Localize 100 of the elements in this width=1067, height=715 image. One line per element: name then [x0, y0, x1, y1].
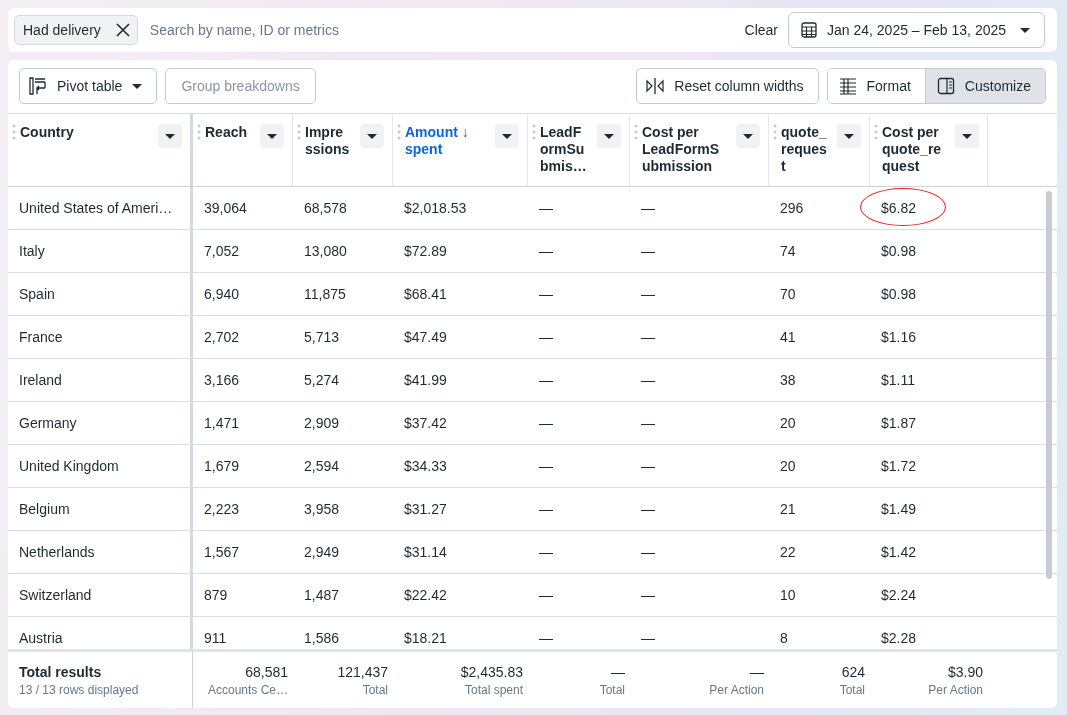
table-cell: $34.33: [404, 458, 447, 474]
total-label: Total: [839, 682, 865, 697]
table-cell: —: [539, 286, 553, 302]
table-cell: $2.28: [881, 630, 917, 646]
table-cell: 39,064: [204, 200, 247, 216]
table-cell: 74: [780, 243, 796, 259]
table-cell: 20: [780, 458, 796, 474]
drag-handle-icon: [874, 124, 878, 140]
totals-title: Total results: [19, 663, 102, 680]
table-cell: 8: [780, 630, 788, 646]
column-menu-button[interactable]: [736, 124, 760, 148]
column-menu-button[interactable]: [158, 124, 182, 148]
scrollbar-thumb[interactable]: [1046, 191, 1052, 579]
table-cell: —: [539, 200, 553, 216]
total-value: 624: [841, 663, 865, 680]
country-name: Ireland: [19, 372, 62, 388]
table-cell: $1.11: [881, 372, 915, 388]
country-name: United States of Ameri…: [19, 200, 173, 216]
country-name: Spain: [19, 286, 55, 302]
table-cell: —: [539, 372, 553, 388]
caret-icon: [267, 133, 277, 139]
resize-columns-icon: [646, 77, 665, 95]
column-menu-button[interactable]: [360, 124, 384, 148]
country-name: Austria: [19, 630, 63, 646]
table-cell: 911: [204, 630, 227, 646]
table-cell: $31.14: [404, 544, 447, 560]
total-value: $2,435.83: [460, 663, 523, 680]
table-cell: $68.41: [404, 286, 447, 302]
column-menu-button[interactable]: [837, 124, 861, 148]
table-cell: $1.87: [881, 415, 917, 431]
column-menu-button[interactable]: [495, 124, 519, 148]
caret-icon: [604, 133, 614, 139]
column-header[interactable]: LeadFormSubmis…: [540, 124, 593, 175]
total-label: Total: [362, 682, 388, 697]
drag-handle-icon: [397, 124, 401, 140]
table-cell: 5,274: [304, 372, 340, 388]
drag-handle-icon: [12, 124, 16, 140]
total-label: Per Action: [709, 682, 764, 697]
table-cell: 296: [780, 200, 804, 216]
table-cell: 38: [780, 372, 796, 388]
total-label: Total spent: [464, 682, 523, 697]
close-icon[interactable]: [114, 22, 131, 38]
filter-chip[interactable]: Had delivery: [14, 15, 138, 45]
format-list-icon: [838, 77, 857, 95]
column-header[interactable]: Cost per LeadFormSubmission: [642, 124, 732, 175]
table-cell: 2,949: [304, 544, 340, 560]
column-menu-button[interactable]: [597, 124, 621, 148]
column-header[interactable]: quote_request: [781, 124, 833, 175]
table-cell: —: [539, 415, 553, 431]
table-cell: —: [539, 501, 553, 517]
table-cell: 11,875: [304, 286, 346, 302]
table-cell: —: [641, 329, 655, 345]
table-cell: —: [539, 587, 553, 603]
column-menu-button[interactable]: [260, 124, 284, 148]
table-cell: 2,223: [204, 501, 240, 517]
column-header[interactable]: Cost per quote_request: [882, 124, 951, 175]
table-cell: —: [539, 458, 553, 474]
caret-icon: [1020, 27, 1030, 33]
chip-label: Had delivery: [23, 22, 101, 38]
table-cell: —: [641, 200, 655, 216]
column-header[interactable]: Country: [20, 124, 154, 141]
table-cell: 41: [780, 329, 796, 345]
table-cell: 68,578: [304, 200, 347, 216]
total-label: Per Action: [928, 682, 983, 697]
table-cell: $2.24: [881, 587, 917, 603]
date-range-button[interactable]: Jan 24, 2025 – Feb 13, 2025: [788, 12, 1045, 48]
table-cell: —: [641, 630, 655, 646]
total-value: 121,437: [337, 663, 388, 680]
table-cell: $1.49: [881, 501, 917, 517]
column-header[interactable]: Impressions: [305, 124, 356, 158]
table-cell: —: [641, 372, 655, 388]
pivot-table-dropdown[interactable]: Pivot table: [19, 68, 158, 104]
country-name: Switzerland: [19, 587, 92, 603]
table-cell: —: [539, 329, 553, 345]
country-name: Netherlands: [19, 544, 95, 560]
table-cell: $0.98: [881, 243, 917, 259]
table-cell: —: [539, 630, 553, 646]
table-cell: 6,940: [204, 286, 240, 302]
table-cell: 1,471: [204, 415, 240, 431]
table-cell: $47.49: [404, 329, 447, 345]
table-cell: $72.89: [404, 243, 447, 259]
table-cell: $0.98: [881, 286, 917, 302]
search-field[interactable]: Search by name, ID or metrics: [147, 21, 735, 39]
total-label: Accounts Ce…: [207, 682, 288, 697]
country-name: Germany: [19, 415, 77, 431]
reset-column-widths-button[interactable]: Reset column widths: [636, 68, 819, 104]
column-menu-button[interactable]: [955, 124, 979, 148]
total-label: Total: [599, 682, 625, 697]
table-cell: —: [641, 544, 655, 560]
columns-panel-icon: [936, 77, 955, 95]
table-cell: 3,958: [304, 501, 340, 517]
total-value: 68,581: [245, 663, 288, 680]
column-header[interactable]: Reach: [205, 124, 256, 141]
table-cell: 21: [780, 501, 796, 517]
table-cell: 20: [780, 415, 796, 431]
customize-button[interactable]: Customize: [924, 69, 1045, 103]
clear-button[interactable]: Clear: [744, 22, 778, 38]
column-header[interactable]: Amount ↓ spent: [405, 124, 491, 158]
caret-icon: [962, 133, 972, 139]
table-cell: 70: [780, 286, 796, 302]
